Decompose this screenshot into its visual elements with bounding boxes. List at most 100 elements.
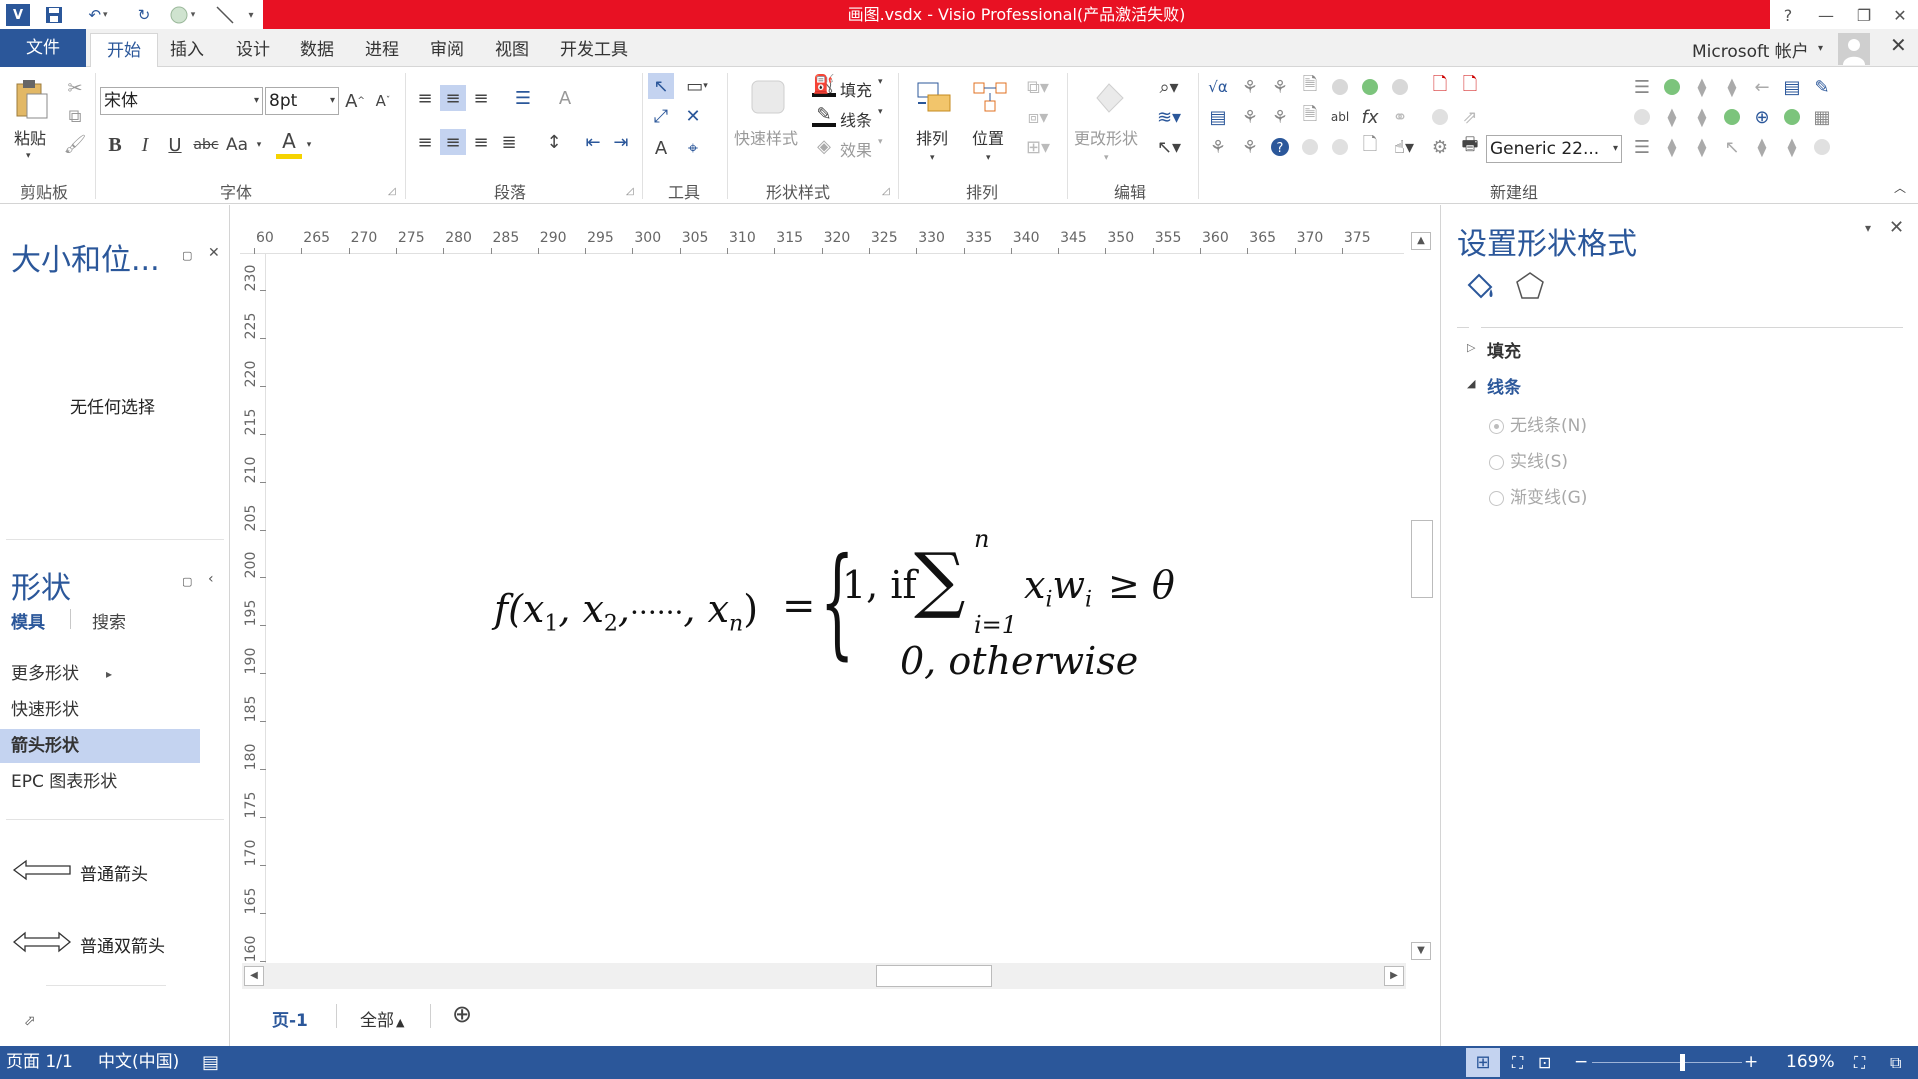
font-color-button[interactable]: A xyxy=(276,127,302,159)
text-tool-button[interactable]: A xyxy=(648,135,674,161)
align-right-icon[interactable]: ≡ xyxy=(468,129,494,155)
cut-icon[interactable]: ✂ xyxy=(62,77,88,99)
quick-styles-icon[interactable] xyxy=(746,77,790,117)
align-bottom-icon[interactable]: ≡ xyxy=(468,85,494,111)
connector-icon[interactable]: ⧫ xyxy=(1778,135,1806,159)
align-top-icon[interactable]: ≡ xyxy=(412,85,438,111)
tree-icon[interactable]: ⚘ xyxy=(1204,135,1232,159)
style-combo[interactable]: Generic 22... ▾ xyxy=(1486,135,1622,163)
delete-connector-icon[interactable]: ✕ xyxy=(680,103,706,129)
simple-arrow-icon[interactable] xyxy=(12,857,72,883)
scroll-right-icon[interactable]: ▶ xyxy=(1384,966,1404,986)
fit-page-icon[interactable]: ⛶ xyxy=(1512,1046,1523,1079)
print-icon[interactable]: 🖶 xyxy=(1456,134,1484,159)
layers-icon[interactable]: ≋▾ xyxy=(1150,105,1188,129)
chevron-down-icon[interactable]: ▾ xyxy=(878,107,883,117)
effects-tab-icon[interactable] xyxy=(1513,269,1547,303)
save-icon[interactable] xyxy=(42,4,66,26)
zoom-icon[interactable]: ⊕ xyxy=(1748,105,1776,129)
function-icon[interactable]: fx xyxy=(1356,105,1384,129)
add-page-button[interactable]: ⊕ xyxy=(452,1000,472,1028)
lock-page-icon[interactable]: 🗎 xyxy=(1296,74,1324,99)
change-shape-button[interactable]: 更改形状 xyxy=(1074,125,1138,149)
chevron-down-icon[interactable]: ◢ xyxy=(1467,377,1475,390)
connector-icon[interactable]: ⧫ xyxy=(1718,75,1746,99)
account-close-button[interactable]: ✕ xyxy=(1890,33,1907,57)
increase-indent-icon[interactable]: ⇥ xyxy=(608,129,634,155)
pin-icon[interactable]: ▢ xyxy=(182,249,192,262)
tab-home[interactable]: 开始 xyxy=(90,33,158,67)
equation-icon[interactable]: √α xyxy=(1204,75,1232,99)
group-icon[interactable]: ⧉▾ xyxy=(1020,75,1056,99)
tree-icon[interactable]: ⚘ xyxy=(1236,75,1264,99)
circle-icon[interactable] xyxy=(1296,135,1324,159)
radio-no-line[interactable]: 无线条(N) xyxy=(1489,411,1587,436)
arrange-button[interactable]: 排列 xyxy=(916,125,948,149)
underline-button[interactable]: U xyxy=(164,131,186,159)
connector-tool-icon[interactable]: ⤢ xyxy=(648,103,674,129)
font-size-combo[interactable]: 8pt ▾ xyxy=(265,87,339,115)
vertical-scrollbar[interactable]: ▲ ▼ xyxy=(1407,228,1435,964)
decrease-indent-icon[interactable]: ⇤ xyxy=(580,129,606,155)
change-shape-icon[interactable] xyxy=(1086,77,1132,119)
language-indicator[interactable]: 中文(中国) xyxy=(98,1046,179,1079)
chevron-down-icon[interactable]: ▾ xyxy=(986,153,991,163)
bold-button[interactable]: B xyxy=(104,131,126,159)
position-icon[interactable] xyxy=(968,79,1012,119)
tab-view[interactable]: 视图 xyxy=(495,33,529,67)
find-icon[interactable]: ⌕▾ xyxy=(1150,75,1188,99)
account-label[interactable]: Microsoft 帐户 xyxy=(1692,37,1809,62)
text-direction-icon[interactable]: A xyxy=(552,85,578,111)
close-icon[interactable]: ✕ xyxy=(208,245,220,261)
restore-button[interactable]: ❐ xyxy=(1848,2,1880,28)
edit-icon[interactable]: ✎ xyxy=(1808,75,1836,99)
tree-icon[interactable]: ⚘ xyxy=(1236,135,1264,159)
circle-icon[interactable] xyxy=(1808,135,1836,159)
connection-point-icon[interactable]: ⌖ xyxy=(680,135,706,161)
dialog-launcher-icon[interactable]: ◿ xyxy=(626,186,634,197)
connector-icon[interactable]: ⧫ xyxy=(1688,105,1716,129)
stencil-arrow-shapes[interactable]: 箭头形状 xyxy=(0,729,200,763)
close-icon[interactable]: ✕ xyxy=(1889,217,1904,238)
tab-data[interactable]: 数据 xyxy=(300,33,334,67)
paste-icon[interactable] xyxy=(10,77,52,123)
distribute-icon[interactable]: ⊞▾ xyxy=(1020,135,1056,159)
list-view-icon[interactable]: ▤ xyxy=(1778,75,1806,99)
tree-icon[interactable]: ⚘ xyxy=(1236,105,1264,129)
justify-icon[interactable]: ≣ xyxy=(496,129,522,155)
normal-view-icon[interactable]: ⊞ xyxy=(1466,1048,1500,1077)
circle-icon[interactable] xyxy=(1718,105,1746,129)
circle-icon[interactable] xyxy=(1386,75,1414,99)
tree-icon[interactable]: ⚘ xyxy=(1266,75,1294,99)
page-indicator[interactable]: 页面 1/1 xyxy=(6,1046,73,1079)
chevron-down-icon[interactable]: ▾ xyxy=(878,137,883,147)
redo-icon[interactable]: ↻ xyxy=(132,4,156,26)
tab-stencils[interactable]: 模具 xyxy=(11,608,45,633)
list-icon[interactable]: ☰ xyxy=(1628,135,1656,159)
paste-dropdown-icon[interactable]: ▾ xyxy=(26,151,31,161)
fill-button[interactable]: 填充 xyxy=(840,77,872,101)
connector-icon[interactable]: ⧫ xyxy=(1688,135,1716,159)
radio-solid-line[interactable]: 实线(S) xyxy=(1489,447,1568,472)
arrange-icon[interactable] xyxy=(912,79,956,119)
page-tab-1[interactable]: 页-1 xyxy=(272,1006,308,1031)
help-button[interactable]: ? xyxy=(1772,2,1804,28)
help-circle-icon[interactable]: ? xyxy=(1266,135,1294,159)
format-painter-icon[interactable]: 🖌 xyxy=(62,133,88,155)
line-tool-icon[interactable] xyxy=(212,4,238,26)
fill-line-tab-icon[interactable] xyxy=(1463,269,1497,303)
section-line[interactable]: 线条 xyxy=(1487,373,1521,398)
zoom-in-button[interactable]: + xyxy=(1744,1046,1758,1079)
chevron-down-icon[interactable]: ▾ xyxy=(254,131,264,159)
presentation-icon[interactable]: ⊡ xyxy=(1538,1046,1551,1079)
connector-icon[interactable]: ⧫ xyxy=(1658,135,1686,159)
pin-icon[interactable]: ▢ xyxy=(182,575,192,588)
grow-font-icon[interactable]: A ^ xyxy=(344,87,366,115)
collapse-icon[interactable]: ‹ xyxy=(208,571,214,587)
tab-search[interactable]: 搜索 xyxy=(92,608,126,633)
line-spacing-icon[interactable]: ↕ xyxy=(540,129,568,155)
zoom-slider-track[interactable] xyxy=(1592,1062,1742,1063)
grid-icon[interactable]: ▤ xyxy=(1204,105,1232,129)
touch-icon[interactable]: ☝▾ xyxy=(1386,135,1422,159)
circle-icon[interactable] xyxy=(1356,75,1384,99)
